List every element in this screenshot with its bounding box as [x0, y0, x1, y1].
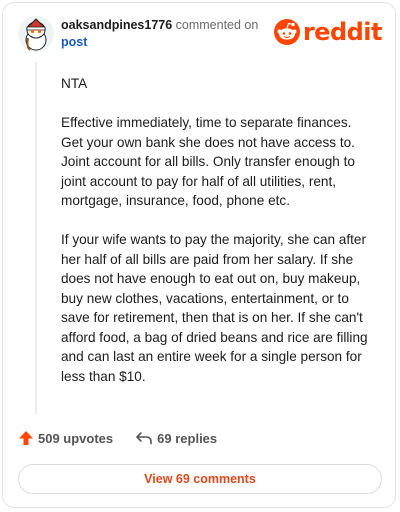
- avatar-image: [18, 16, 54, 52]
- comment-paragraph-1: NTA: [61, 76, 88, 91]
- post-link[interactable]: post: [61, 34, 261, 51]
- upvote-count: 509 upvotes: [38, 430, 114, 446]
- comment-actions: 509 upvotes 69 replies: [18, 428, 239, 448]
- comment-meta: oaksandpines1776 commented on post: [61, 17, 261, 51]
- comment-paragraph-3: If your wife wants to pay the majority, …: [61, 232, 368, 384]
- thread-line[interactable]: [35, 62, 37, 414]
- reddit-wordmark: reddit: [302, 18, 383, 46]
- upvote-button[interactable]: 509 upvotes: [18, 430, 113, 446]
- reply-count: 69 replies: [157, 430, 218, 446]
- replies-button[interactable]: 69 replies: [135, 431, 217, 446]
- avatar[interactable]: [18, 16, 54, 52]
- comment-body: NTA Effective immediately, time to separ…: [61, 74, 373, 406]
- upvote-arrow-icon: [19, 431, 33, 445]
- comment-paragraph-2: Effective immediately, time to separate …: [61, 115, 355, 208]
- view-comments-button[interactable]: View 69 comments: [18, 464, 382, 494]
- username[interactable]: oaksandpines1776: [61, 18, 172, 32]
- comment-header: oaksandpines1776 commented on post reddi…: [18, 14, 383, 54]
- reply-arrow-icon: [136, 432, 152, 445]
- reddit-snoo-icon: [273, 19, 300, 45]
- commented-on-text: commented on: [175, 18, 259, 32]
- reddit-logo[interactable]: reddit: [273, 18, 383, 46]
